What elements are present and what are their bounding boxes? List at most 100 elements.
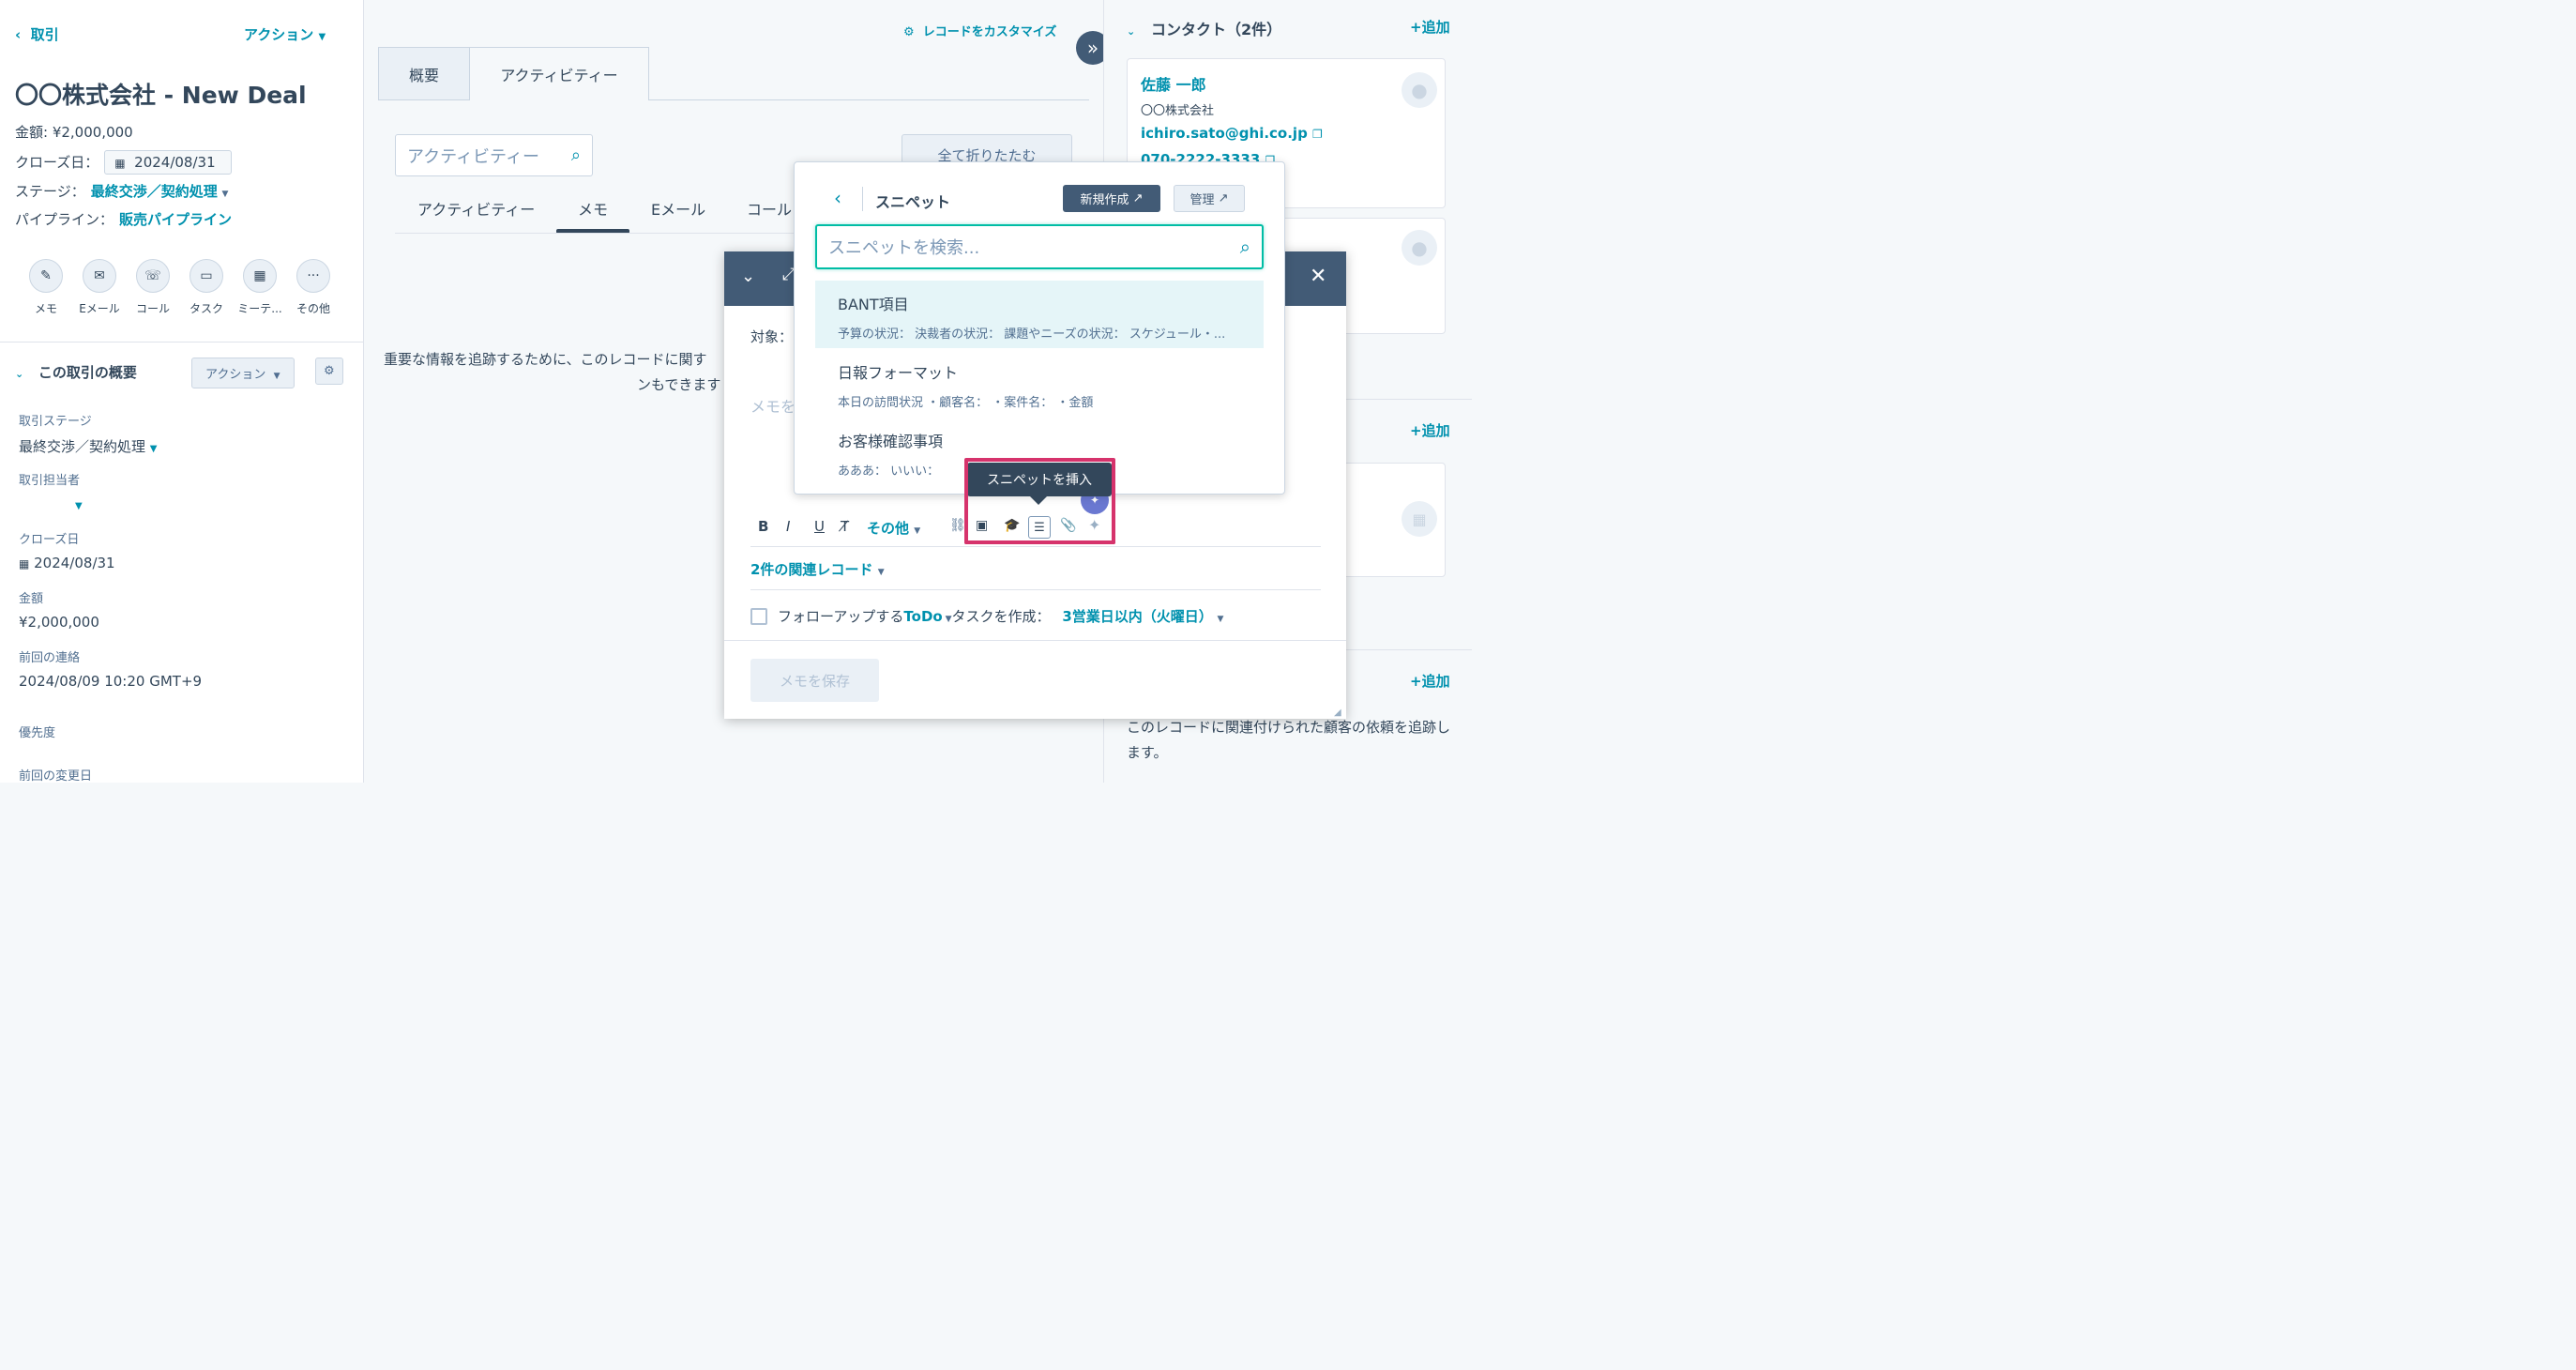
- contact-name[interactable]: 佐藤 一郎: [1141, 72, 1206, 95]
- summary-actions-button[interactable]: アクション ▼: [191, 358, 295, 388]
- summary-toggle[interactable]: ⌄ この取引の概要: [15, 362, 137, 382]
- close-date-prop[interactable]: ▦ 2024/08/31: [19, 555, 115, 571]
- call-action-button[interactable]: ☏: [136, 259, 170, 293]
- followup-due-dropdown[interactable]: 3営業日以内（火曜日）: [1062, 608, 1212, 625]
- ellipsis-icon: ···: [307, 268, 320, 283]
- prop-label: 取引ステージ: [19, 415, 92, 429]
- summary-title: この取引の概要: [38, 364, 137, 381]
- activity-search-input[interactable]: アクティビティー ⌕: [395, 134, 593, 176]
- snippet-item-title: BANT項目: [838, 296, 909, 313]
- close-date-label: クローズ日：: [15, 154, 99, 171]
- snippet-search-input[interactable]: スニペットを検索... ⌕: [815, 224, 1264, 269]
- note-body-input[interactable]: メモを: [750, 394, 796, 417]
- person-icon: ●: [1411, 79, 1428, 101]
- snippet-item-desc: 予算の状況： 決裁者の状況： 課題やニーズの状況： スケジュール・...: [838, 327, 1226, 342]
- snippet-popover: ‹ スニペット 新規作成 ↗ 管理 ↗ スニペットを検索... ⌕ BANT項目 …: [794, 161, 1285, 495]
- associations-label: 2件の関連レコード: [750, 561, 873, 578]
- note-action-button[interactable]: ✎: [29, 259, 63, 293]
- chevron-down-icon: ⌄: [15, 368, 24, 380]
- search-icon: ⌕: [570, 145, 581, 165]
- meeting-action-button[interactable]: ▦: [243, 259, 277, 293]
- add-ticket-link[interactable]: +追加: [1410, 671, 1450, 691]
- actions-label: アクション: [244, 26, 314, 43]
- snippet-item[interactable]: 日報フォーマット 本日の訪問状況 ・顧客名： ・案件名： ・金額: [815, 349, 1264, 417]
- back-link[interactable]: ‹ 取引: [15, 24, 59, 44]
- contact-avatar: ●: [1402, 230, 1437, 266]
- prop-value[interactable]: ¥2,000,000: [19, 614, 99, 631]
- clear-format-button[interactable]: T̸: [841, 518, 849, 535]
- followup-text: フォローアップする: [778, 608, 904, 625]
- snippet-back-button[interactable]: ‹: [834, 187, 841, 209]
- settings-button[interactable]: ⚙: [315, 358, 343, 385]
- caret-down-icon: ▼: [273, 372, 280, 381]
- prop-label: 金額: [19, 592, 44, 606]
- task-icon: ▭: [200, 268, 213, 283]
- prop-label: 取引担当者: [19, 474, 81, 488]
- manage-snippets-button[interactable]: 管理 ↗: [1174, 185, 1245, 212]
- save-note-button[interactable]: メモを保存: [750, 659, 879, 702]
- actions-dropdown[interactable]: アクション ▼: [244, 24, 326, 44]
- minimize-button[interactable]: ⌄: [741, 266, 755, 286]
- contacts-toggle[interactable]: ⌄ コンタクト（2件）: [1127, 17, 1281, 39]
- new-snippet-button[interactable]: 新規作成 ↗: [1063, 185, 1160, 212]
- close-date-input[interactable]: ▦ 2024/08/31: [104, 150, 232, 175]
- building-icon: ▦: [1412, 510, 1427, 528]
- caret-down-icon: ▼: [149, 444, 158, 454]
- gear-icon: ⚙: [903, 25, 915, 39]
- caret-down-icon: ▼: [1217, 615, 1224, 624]
- subtab-note[interactable]: メモ: [578, 197, 608, 220]
- underline-button[interactable]: U: [814, 518, 825, 535]
- snippet-item[interactable]: BANT項目 予算の状況： 決裁者の状況： 課題やニーズの状況： スケジュール・…: [815, 281, 1264, 348]
- activity-search-placeholder: アクティビティー: [407, 146, 539, 167]
- subtab-line: [395, 233, 798, 234]
- email-action-button[interactable]: ✉: [83, 259, 116, 293]
- add-company-link[interactable]: +追加: [1410, 420, 1450, 440]
- pipeline-label: パイプライン：: [15, 211, 114, 228]
- quick-action-label: Eメール: [79, 302, 120, 315]
- subtab-email[interactable]: Eメール: [651, 197, 705, 220]
- resize-handle[interactable]: ◢: [1334, 708, 1341, 718]
- customize-record-link[interactable]: ⚙ レコードをカスタマイズ: [903, 22, 1056, 39]
- snippet-item-title: 日報フォーマット: [838, 364, 959, 382]
- snippet-title: スニペット: [875, 193, 951, 211]
- subtab-activity[interactable]: アクティビティー: [417, 197, 535, 220]
- tab-activity[interactable]: アクティビティー: [469, 47, 649, 100]
- more-action-button[interactable]: ···: [296, 259, 330, 293]
- subtab-call[interactable]: コール: [747, 197, 792, 220]
- add-contact-link[interactable]: +追加: [1410, 17, 1450, 37]
- gear-icon: ⚙: [324, 364, 335, 378]
- pipeline-link[interactable]: 販売パイプライン: [119, 211, 232, 228]
- customize-label: レコードをカスタマイズ: [922, 25, 1057, 39]
- contact-email-text: ichiro.sato@ghi.co.jp: [1141, 125, 1308, 142]
- prop-label: クローズ日: [19, 533, 80, 547]
- calendar-icon: ▦: [253, 268, 266, 283]
- deal-stage-dropdown[interactable]: 最終交渉／契約処理 ▼: [19, 436, 158, 456]
- owner-dropdown[interactable]: ▼: [19, 495, 83, 512]
- underline-icon: U: [814, 518, 825, 535]
- more-format-label: その他: [867, 520, 910, 537]
- divider: [724, 640, 1346, 641]
- tab-overview[interactable]: 概要: [378, 47, 470, 100]
- task-action-button[interactable]: ▭: [189, 259, 223, 293]
- caret-down-icon: ▼: [914, 526, 921, 536]
- followup-text-2: タスクを作成：: [951, 608, 1051, 625]
- followup-checkbox[interactable]: [750, 608, 767, 625]
- prop-value: 2024/08/31: [34, 555, 115, 571]
- stage-row: ステージ： 最終交渉／契約処理 ▼: [15, 181, 228, 201]
- pencil-icon: ✎: [40, 268, 52, 283]
- italic-button[interactable]: I: [786, 518, 790, 535]
- associations-dropdown[interactable]: 2件の関連レコード ▼: [750, 559, 885, 579]
- prop-label: 前回の連絡: [19, 651, 81, 665]
- followup-type-dropdown[interactable]: ToDo: [903, 608, 942, 625]
- more-format-dropdown[interactable]: その他 ▼: [867, 518, 920, 538]
- divider: [750, 546, 1321, 547]
- bold-button[interactable]: B: [758, 518, 768, 535]
- amount-line: 金額: ¥2,000,000: [15, 124, 133, 141]
- stage-dropdown[interactable]: 最終交渉／契約処理: [91, 183, 218, 200]
- caret-down-icon: ▼: [942, 615, 952, 624]
- contact-email[interactable]: ichiro.sato@ghi.co.jp ❐: [1141, 125, 1323, 142]
- quick-action-label: タスク: [189, 302, 223, 315]
- envelope-icon: ✉: [94, 268, 105, 283]
- close-modal-button[interactable]: ✕: [1310, 265, 1326, 288]
- close-date-row: クローズ日： ▦ 2024/08/31: [15, 150, 232, 175]
